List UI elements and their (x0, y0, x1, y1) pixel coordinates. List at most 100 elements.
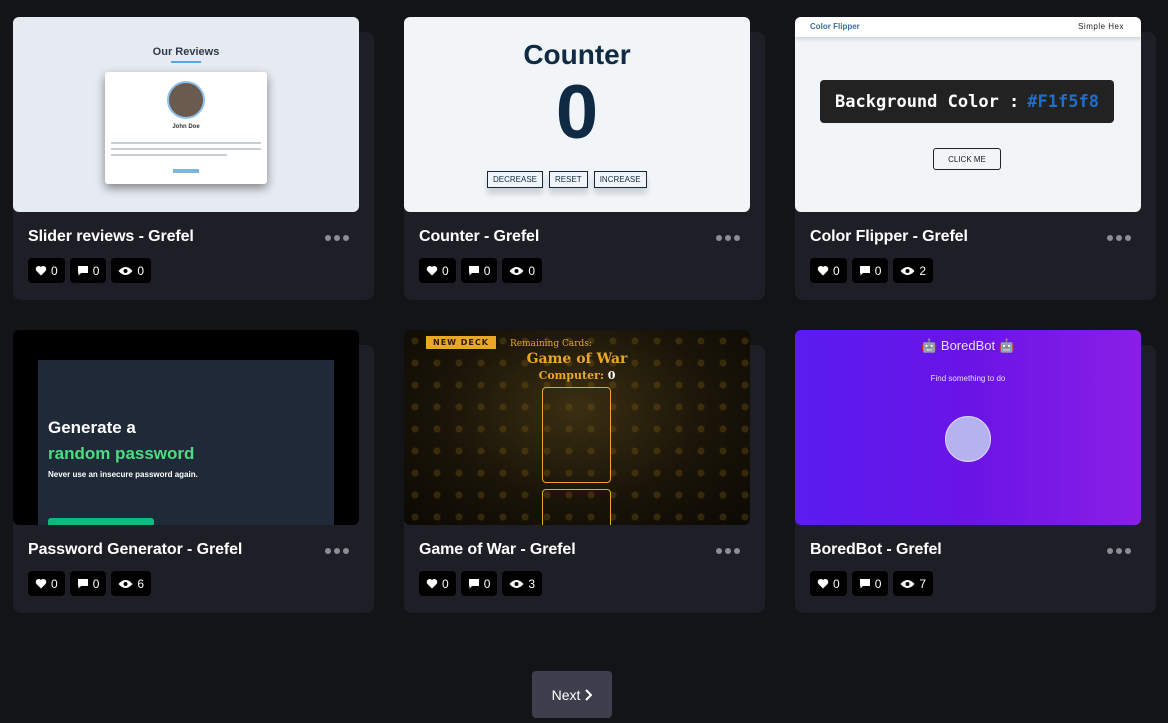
comment-icon (77, 579, 88, 589)
project-title[interactable]: Game of War - Grefel (419, 541, 576, 559)
project-stats: 0 0 3 (419, 571, 543, 596)
project-card[interactable]: Our Reviews John Doe Slider reviews - Gr… (13, 17, 374, 300)
like-count: 0 (833, 263, 840, 278)
view-count: 3 (528, 576, 536, 591)
project-card[interactable]: Counter 0 DECREASE RESET INCREASE Counte… (404, 17, 765, 300)
preview-navbar: Color Flipper Simple Hex (795, 17, 1141, 37)
preview-underline (171, 61, 201, 63)
comment-count: 0 (92, 576, 100, 591)
views-stat: 2 (893, 258, 934, 283)
preview-panel: Generate a random password Never use an … (38, 360, 334, 525)
views-stat: 0 (502, 258, 543, 283)
comment-button[interactable]: 0 (851, 571, 889, 596)
project-card[interactable]: NEW DECK Remaining Cards: Game of War Co… (404, 330, 765, 613)
like-button[interactable]: 0 (810, 258, 847, 283)
comment-icon (77, 266, 88, 276)
views-stat: 0 (111, 258, 152, 283)
project-title[interactable]: BoredBot - Grefel (810, 541, 942, 559)
project-title[interactable]: Slider reviews - Grefel (28, 228, 194, 246)
project-card[interactable]: Color Flipper Simple Hex Background Colo… (795, 17, 1156, 300)
preview-circle-button (945, 416, 991, 462)
comment-button[interactable]: 0 (69, 571, 107, 596)
eye-icon (118, 266, 133, 275)
preview-heading: Counter (523, 39, 631, 70)
views-stat: 6 (111, 571, 152, 596)
preview-hex-value: #F1f5f8 (1027, 91, 1099, 112)
heart-icon (35, 578, 47, 589)
eye-icon (509, 579, 524, 588)
preview-remaining: Remaining Cards: (510, 339, 592, 349)
preview-card-slot (542, 387, 611, 483)
project-card[interactable]: 🤖 BoredBot 🤖 Find something to do BoredB… (795, 330, 1156, 613)
preview-color-label: Background Color : (835, 91, 1020, 112)
preview-heading-line1: Generate a (48, 418, 136, 437)
comment-button[interactable]: 0 (460, 258, 498, 283)
preview-increase-button: INCREASE (593, 171, 647, 188)
preview-new-deck-badge: NEW DECK (426, 336, 496, 349)
preview-subtitle: Find something to do (930, 374, 1006, 383)
preview-generate-button (48, 518, 154, 525)
project-thumbnail[interactable]: Counter 0 DECREASE RESET INCREASE (404, 17, 750, 212)
like-count: 0 (833, 576, 840, 591)
preview-card-slot (542, 489, 611, 525)
comment-button[interactable]: 0 (460, 571, 498, 596)
like-button[interactable]: 0 (28, 258, 65, 283)
more-options-button[interactable] (716, 548, 740, 554)
project-stats: 0 0 2 (810, 258, 934, 283)
more-options-button[interactable] (1107, 548, 1131, 554)
chevron-right-icon (585, 688, 593, 701)
more-options-button[interactable] (716, 235, 740, 241)
project-thumbnail[interactable]: Our Reviews John Doe (13, 17, 359, 212)
preview-review-card: John Doe (105, 72, 267, 184)
view-count: 6 (137, 576, 145, 591)
eye-icon (118, 579, 133, 588)
eye-icon (900, 579, 915, 588)
preview-buttons: DECREASE RESET INCREASE (487, 171, 647, 188)
like-count: 0 (51, 263, 58, 278)
like-button[interactable]: 0 (28, 571, 65, 596)
preview-subtitle: Never use an insecure password again. (48, 470, 198, 479)
project-thumbnail[interactable]: 🤖 BoredBot 🤖 Find something to do (795, 330, 1141, 525)
project-title[interactable]: Color Flipper - Grefel (810, 228, 968, 246)
comment-icon (468, 579, 479, 589)
like-button[interactable]: 0 (810, 571, 847, 596)
like-count: 0 (442, 263, 449, 278)
like-button[interactable]: 0 (419, 258, 456, 283)
comment-count: 0 (874, 263, 882, 278)
project-title[interactable]: Password Generator - Grefel (28, 541, 242, 559)
project-title[interactable]: Counter - Grefel (419, 228, 539, 246)
preview-nav-brand: Color Flipper (810, 22, 860, 31)
project-thumbnail[interactable]: Color Flipper Simple Hex Background Colo… (795, 17, 1141, 212)
heart-icon (817, 578, 829, 589)
eye-icon (509, 266, 524, 275)
preview-text-line (111, 142, 261, 144)
like-count: 0 (51, 576, 58, 591)
preview-heading: 🤖 BoredBot 🤖 (921, 338, 1015, 353)
preview-counter-value: 0 (555, 70, 599, 155)
view-count: 7 (919, 576, 927, 591)
like-button[interactable]: 0 (419, 571, 456, 596)
preview-computer-score: Computer: 0 (538, 369, 616, 382)
preview-reset-button: RESET (549, 171, 588, 188)
comment-button[interactable]: 0 (69, 258, 107, 283)
comment-button[interactable]: 0 (851, 258, 889, 283)
preview-text-line (111, 154, 227, 156)
next-page-button[interactable]: Next (532, 671, 612, 718)
heart-icon (35, 265, 47, 276)
heart-icon (426, 578, 438, 589)
preview-button (173, 169, 199, 173)
project-thumbnail[interactable]: NEW DECK Remaining Cards: Game of War Co… (404, 330, 750, 525)
more-options-button[interactable] (325, 235, 349, 241)
project-thumbnail[interactable]: Generate a random password Never use an … (13, 330, 359, 525)
heart-icon (426, 265, 438, 276)
more-options-button[interactable] (325, 548, 349, 554)
more-options-button[interactable] (1107, 235, 1131, 241)
heart-icon (817, 265, 829, 276)
comment-count: 0 (874, 576, 882, 591)
view-count: 0 (137, 263, 145, 278)
project-card[interactable]: Generate a random password Never use an … (13, 330, 374, 613)
comment-count: 0 (483, 576, 491, 591)
avatar (167, 81, 205, 119)
preview-color-banner: Background Color : #F1f5f8 (820, 80, 1114, 123)
comment-icon (468, 266, 479, 276)
